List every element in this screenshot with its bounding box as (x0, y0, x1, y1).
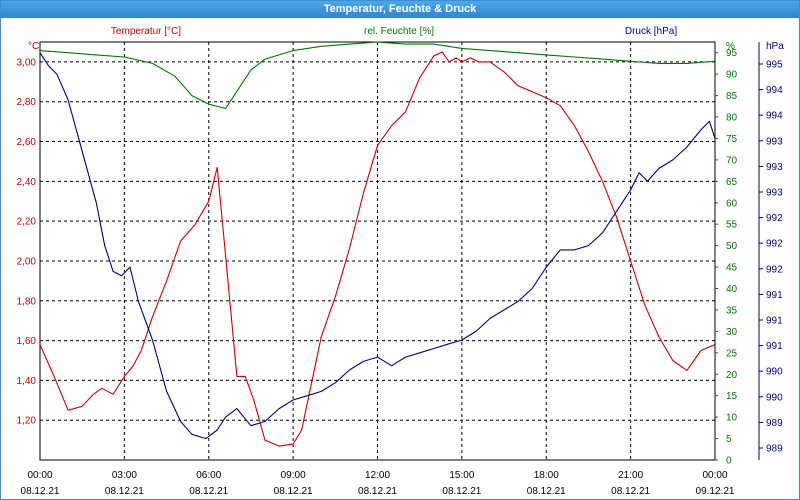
humidity-tick-label: 90 (726, 70, 738, 81)
humidity-tick-label: 50 (726, 241, 738, 252)
humidity-tick-label: 55 (726, 220, 738, 231)
x-tick-date: 08.12.21 (442, 486, 481, 497)
temperature-tick-label: 2,80 (17, 97, 37, 108)
humidity-tick-label: 0 (726, 456, 732, 467)
pressure-tick-label: 989 (766, 444, 783, 455)
x-tick-time: 06:00 (196, 470, 221, 481)
humidity-tick-label: 75 (726, 134, 738, 145)
window-title: Temperatur, Feuchte & Druck (1, 1, 799, 18)
temperature-tick-label: 2,60 (17, 137, 37, 148)
humidity-tick-label: 25 (726, 348, 738, 359)
temperature-tick-label: 1,60 (17, 336, 37, 347)
x-tick-time: 21:00 (618, 470, 643, 481)
humidity-unit-label: % (726, 41, 735, 52)
humidity-tick-label: 45 (726, 263, 738, 274)
pressure-unit-label: hPa (766, 41, 784, 52)
pressure-tick-label: 993 (766, 188, 783, 199)
x-tick-time: 03:00 (112, 470, 137, 481)
temperature-unit-label: °C (28, 41, 39, 52)
pressure-tick-label: 992 (766, 239, 783, 250)
x-tick-time: 15:00 (449, 470, 474, 481)
x-tick-time: 00:00 (702, 470, 727, 481)
pressure-tick-label: 991 (766, 290, 783, 301)
humidity-tick-label: 10 (726, 413, 738, 424)
pressure-axis-title: Druck [hPa] (625, 26, 677, 37)
temperature-tick-label: 1,80 (17, 296, 37, 307)
temperature-tick-label: 1,40 (17, 376, 37, 387)
pressure-tick-label: 994 (766, 111, 783, 122)
pressure-tick-label: 995 (766, 60, 783, 71)
x-tick-date: 08.12.21 (105, 486, 144, 497)
pressure-tick-label: 992 (766, 213, 783, 224)
x-tick-date: 08.12.21 (358, 486, 397, 497)
humidity-tick-label: 30 (726, 327, 738, 338)
humidity-tick-label: 35 (726, 305, 738, 316)
humidity-tick-label: 15 (726, 391, 738, 402)
humidity-tick-label: 80 (726, 113, 738, 124)
temperature-tick-label: 1,20 (17, 416, 37, 427)
x-tick-date: 08.12.21 (527, 486, 566, 497)
humidity-tick-label: 60 (726, 198, 738, 209)
pressure-tick-label: 994 (766, 85, 783, 96)
humidity-tick-label: 20 (726, 370, 738, 381)
humidity-tick-label: 65 (726, 177, 738, 188)
x-tick-date: 08.12.21 (611, 486, 650, 497)
x-tick-date: 08.12.21 (21, 486, 60, 497)
x-tick-date: 08.12.21 (189, 486, 228, 497)
temperature-tick-label: 2,00 (17, 256, 37, 267)
pressure-tick-label: 989 (766, 418, 783, 429)
chart-window: Temperatur, Feuchte & Druck 00:00 08.12.2… (0, 0, 800, 500)
pressure-tick-label: 991 (766, 341, 783, 352)
temperature-tick-label: 2,40 (17, 177, 37, 188)
humidity-tick-label: 40 (726, 284, 738, 295)
pressure-tick-label: 990 (766, 392, 783, 403)
x-tick-time: 18:00 (534, 470, 559, 481)
chart-canvas: 00:00 08.12.21 03:00 08.12.21 06:00 08.12.21 0… (17, 26, 785, 497)
temperature-tick-label: 3,00 (17, 57, 37, 68)
pressure-tick-label: 990 (766, 367, 783, 378)
x-tick-date: 09.12.21 (696, 486, 735, 497)
humidity-axis-title: rel. Feuchte [%] (364, 26, 434, 37)
pressure-tick-label: 993 (766, 162, 783, 173)
temperature-tick-label: 2,20 (17, 217, 37, 228)
temperature-axis-title: Temperatur [°C] (111, 26, 181, 37)
pressure-tick-label: 991 (766, 316, 783, 327)
humidity-tick-label: 70 (726, 155, 738, 166)
pressure-tick-label: 992 (766, 264, 783, 275)
humidity-tick-label: 85 (726, 91, 738, 102)
x-tick-time: 09:00 (281, 470, 306, 481)
x-tick-time: 12:00 (365, 470, 390, 481)
pressure-tick-label: 993 (766, 136, 783, 147)
x-tick-date: 08.12.21 (274, 486, 313, 497)
x-tick-time: 00:00 (27, 470, 52, 481)
humidity-tick-label: 5 (726, 434, 732, 445)
